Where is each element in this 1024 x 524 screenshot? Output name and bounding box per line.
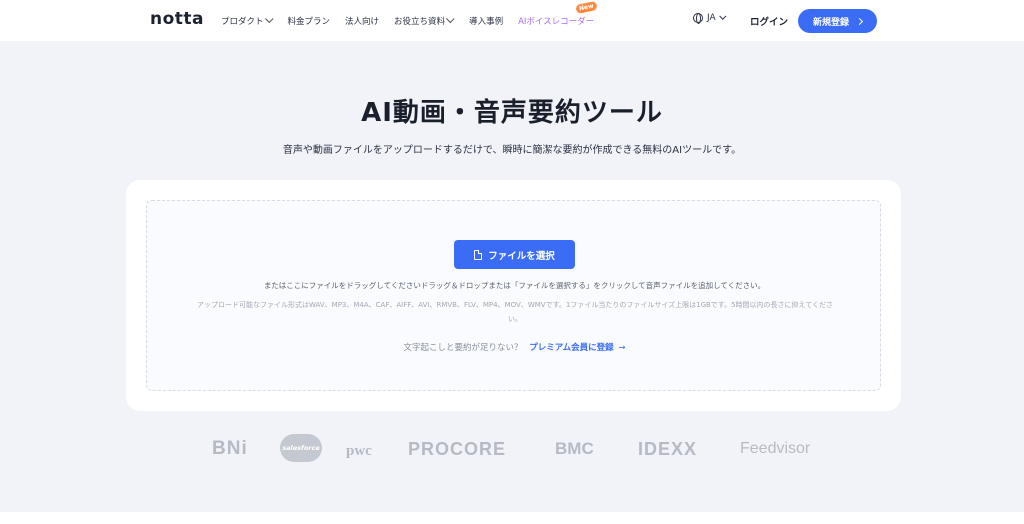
upload-card: ファイルを選択 またはここにファイルをドラッグしてくださいドラッグ＆ドロップまた… xyxy=(126,180,901,411)
login-link[interactable]: ログイン xyxy=(750,14,788,28)
menu-item-label: 法人向け xyxy=(345,16,380,27)
bmc-logo: BMC xyxy=(555,439,594,458)
select-file-label: ファイルを選択 xyxy=(488,250,555,262)
salesforce-logo-text: salesforce xyxy=(282,444,320,452)
top-nav: notta プロダクト 料金プラン 法人向け お役立ち資料 導入事例 AIボイス… xyxy=(0,0,1024,41)
chevron-down-icon xyxy=(264,14,274,23)
menu-item-product[interactable]: プロダクト xyxy=(221,14,274,27)
language-selector[interactable]: JA xyxy=(693,12,726,24)
salesforce-logo: salesforce xyxy=(280,434,322,462)
page-title: AI動画・音声要約ツール xyxy=(361,98,663,128)
bni-logo: BNi xyxy=(212,438,248,459)
page-footer-edge xyxy=(0,512,1024,524)
language-label: JA xyxy=(707,13,716,23)
premium-prompt: 文字起こしと要約が足りない？ プレミアム会員に登録 → xyxy=(147,341,882,353)
signup-button[interactable]: 新規登録 xyxy=(798,9,877,33)
chevron-down-icon xyxy=(446,14,455,23)
menu-item-ai-voice-recorder[interactable]: AIボイスレコーダー New xyxy=(518,0,597,27)
menu-item-label: AIボイスレコーダー xyxy=(518,16,595,27)
arrow-right-icon: → xyxy=(618,343,626,353)
pwc-logo: pwc xyxy=(346,443,372,459)
menu-item-pricing[interactable]: 料金プラン xyxy=(288,15,331,27)
menu-item-label: 料金プラン xyxy=(287,16,331,27)
menu-item-label: お役立ち資料 xyxy=(394,16,446,27)
chevron-down-icon xyxy=(718,12,726,20)
customer-logos: BNi salesforce pwc PROCORE BMC IDEXX Fee… xyxy=(0,432,1024,468)
drop-instructions: またはここにファイルをドラッグしてくださいドラッグ＆ドロップまたは「ファイルを選… xyxy=(263,281,766,290)
notta-logo[interactable]: notta xyxy=(150,9,204,29)
menu-item-resources[interactable]: お役立ち資料 xyxy=(394,14,455,27)
page-subtitle: 音声や動画ファイルをアップロードするだけで、瞬時に簡潔な要約が作成できる無料のA… xyxy=(282,145,742,156)
select-file-button[interactable]: ファイルを選択 xyxy=(454,240,575,269)
signup-label: 新規登録 xyxy=(812,17,849,28)
chevron-right-icon xyxy=(855,17,864,25)
feedvisor-logo: Feedvisor xyxy=(740,440,811,457)
premium-question: 文字起こしと要約が足りない？ xyxy=(403,343,523,353)
file-dropzone[interactable]: ファイルを選択 またはここにファイルをドラッグしてくださいドラッグ＆ドロップまた… xyxy=(146,200,881,391)
menu-item-label: プロダクト xyxy=(221,16,264,27)
menu-item-case-studies[interactable]: 導入事例 xyxy=(469,15,503,27)
supported-formats-note: アップロード可能なファイル形式はWAV、MP3、M4A、CAF、AIFF、AVI… xyxy=(196,301,833,323)
idexx-logo: IDEXX xyxy=(638,439,698,459)
main-menu: プロダクト 料金プラン 法人向け お役立ち資料 導入事例 AIボイスレコーダー … xyxy=(221,0,609,41)
file-icon xyxy=(474,249,483,260)
menu-item-label: 導入事例 xyxy=(469,16,504,27)
menu-item-business[interactable]: 法人向け xyxy=(345,15,379,27)
new-badge: New xyxy=(574,0,597,14)
procore-logo: PROCORE xyxy=(408,439,507,459)
premium-signup-link[interactable]: プレミアム会員に登録 xyxy=(529,343,613,353)
globe-icon xyxy=(693,13,703,24)
